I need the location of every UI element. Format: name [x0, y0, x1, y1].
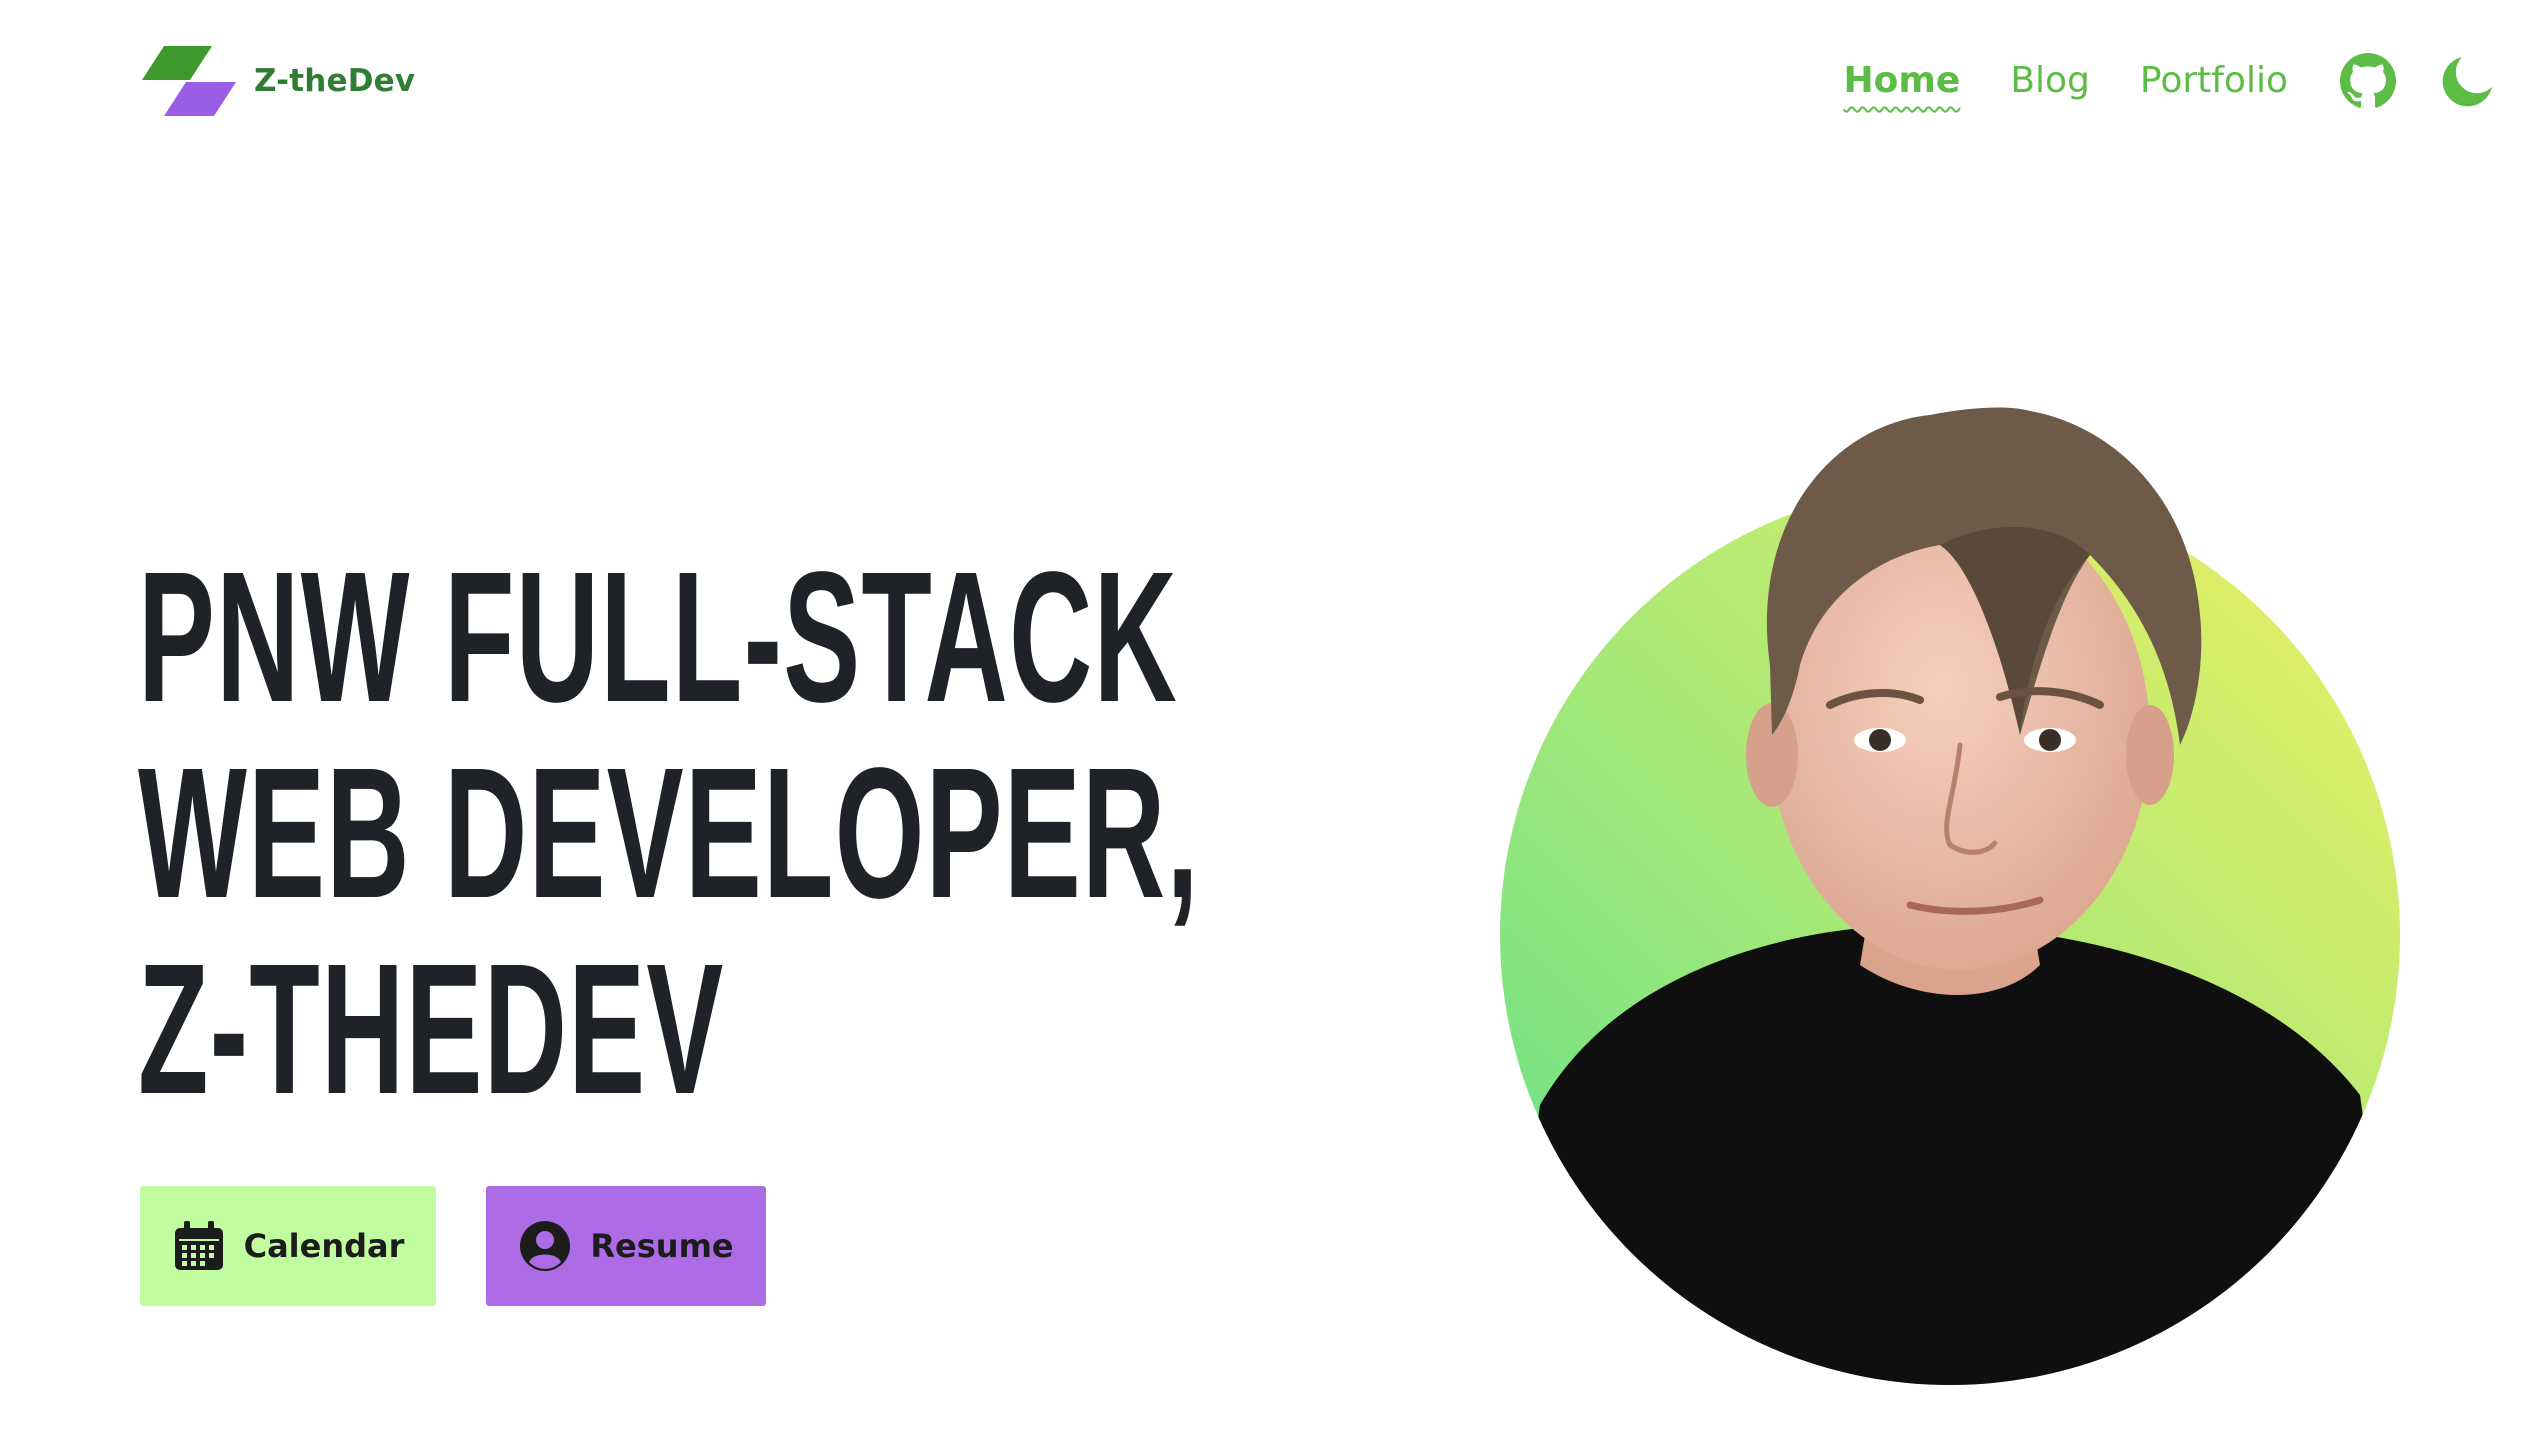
calendar-icon [174, 1221, 223, 1270]
brand-logo-icon [142, 46, 236, 116]
resume-button[interactable]: Resume [486, 1186, 766, 1306]
profile-photo-illustration [1500, 407, 2400, 1385]
hero-title-line: PNW FULL-STACK [138, 534, 1179, 741]
resume-button-label: Resume [590, 1227, 734, 1265]
hero-title-line: Z-THEDEV [138, 926, 725, 1133]
main-nav: Home Blog Portfolio [1844, 46, 2526, 116]
nav-blog-link[interactable]: Blog [2010, 63, 2090, 99]
moon-icon[interactable] [2440, 53, 2496, 109]
nav-home-link[interactable]: Home [1844, 63, 1961, 99]
nav-portfolio-link[interactable]: Portfolio [2140, 63, 2288, 99]
calendar-button-label: Calendar [243, 1227, 405, 1265]
calendar-button[interactable]: Calendar [140, 1186, 436, 1306]
page: Z-theDev Home Blog Portfolio PNW FULL-ST… [0, 0, 2526, 1444]
hero-title-line: WEB DEVELOPER, [138, 730, 1200, 937]
brand[interactable]: Z-theDev [140, 46, 415, 116]
profile-portrait [1500, 405, 2400, 1385]
hero-title: PNW FULL-STACK WEB DEVELOPER, Z-THEDEV [138, 534, 1200, 1133]
user-circle-icon [520, 1221, 571, 1271]
brand-name: Z-theDev [254, 63, 416, 99]
github-icon[interactable] [2340, 53, 2396, 109]
